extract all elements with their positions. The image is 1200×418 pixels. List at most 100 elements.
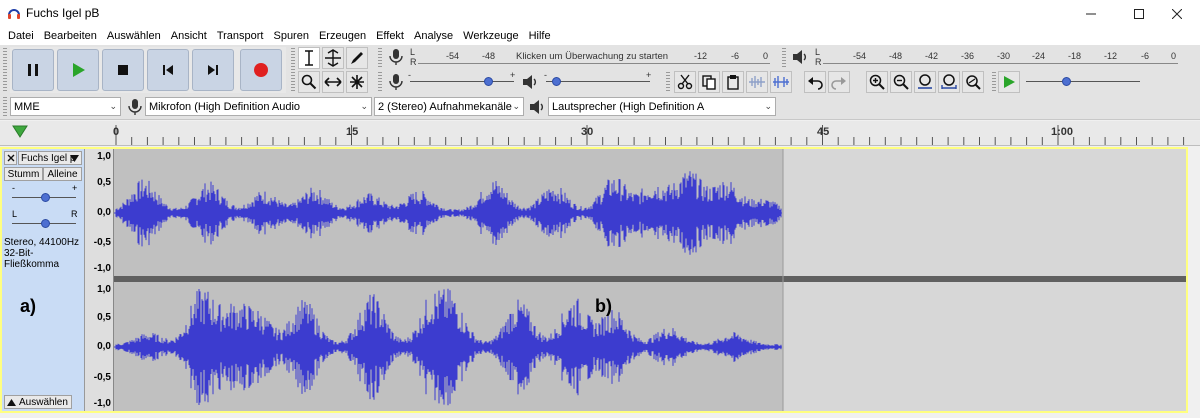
recording-channels-select[interactable]: 2 (Stereo) Aufnahmekanäle ⌄ <box>374 97 524 116</box>
paste-button[interactable] <box>722 71 744 93</box>
menu-effekt[interactable]: Effekt <box>371 30 409 42</box>
menu-erzeugen[interactable]: Erzeugen <box>314 30 371 42</box>
slider-thumb[interactable] <box>1062 77 1071 86</box>
play-at-speed-button[interactable] <box>998 71 1020 93</box>
draw-tool-button[interactable] <box>346 47 368 69</box>
zoom-toggle-button[interactable] <box>962 71 984 93</box>
ruler-ticks <box>115 125 1185 145</box>
microphone-icon <box>389 49 403 65</box>
fit-project-button[interactable] <box>938 71 960 93</box>
zoom-out-button[interactable] <box>890 71 912 93</box>
slider-min-label: - <box>544 70 547 80</box>
menu-datei[interactable]: Datei <box>3 30 39 42</box>
timeshift-tool-button[interactable] <box>322 71 344 93</box>
scale-label: 1,0 <box>97 151 111 162</box>
silence-audio-icon <box>773 76 789 88</box>
zoom-out-icon <box>893 74 909 90</box>
audio-host-select[interactable]: MME ⌄ <box>10 97 121 116</box>
meter-channel-left: L <box>410 47 416 57</box>
zoom-selection-icon <box>918 74 932 89</box>
recording-volume-slider[interactable]: - + <box>408 70 518 92</box>
gain-slider[interactable] <box>10 193 78 203</box>
copy-button[interactable] <box>698 71 720 93</box>
scale-label: -0,5 <box>93 237 111 248</box>
record-button[interactable] <box>240 49 282 91</box>
cut-button[interactable] <box>674 71 696 93</box>
toolbar-grip[interactable] <box>782 48 786 68</box>
scale-label: 0,0 <box>97 207 111 218</box>
minimize-button[interactable] <box>1068 0 1114 27</box>
track-sample-rate: Stereo, 44100Hz <box>4 237 80 248</box>
empty-region-ch2[interactable] <box>783 282 1186 411</box>
redo-button[interactable] <box>828 71 850 93</box>
recording-device-select[interactable]: Mikrofon (High Definition Audio ⌄ <box>145 97 372 116</box>
toolbar-grip[interactable] <box>3 48 7 92</box>
playback-speed-slider[interactable] <box>1024 72 1144 92</box>
slider-thumb[interactable] <box>552 77 561 86</box>
play-button[interactable] <box>57 49 99 91</box>
track-menu-button[interactable]: Fuchs Igel p <box>18 151 82 165</box>
menu-transport[interactable]: Transport <box>212 30 269 42</box>
envelope-tool-button[interactable] <box>322 47 344 69</box>
slider-thumb[interactable] <box>484 77 493 86</box>
meter-scale-label: -6 <box>731 51 740 61</box>
playback-meter-button[interactable] <box>790 47 810 67</box>
skip-start-icon <box>163 65 173 75</box>
solo-button[interactable]: Alleine <box>43 167 82 181</box>
track-select-button[interactable]: Auswählen <box>4 395 72 409</box>
playback-device-select[interactable]: Lautsprecher (High Definition A ⌄ <box>548 97 776 116</box>
redo-icon <box>831 77 846 90</box>
close-icon <box>1172 8 1182 19</box>
fit-selection-button[interactable] <box>914 71 936 93</box>
app-logo-icon <box>8 9 20 19</box>
skip-start-button[interactable] <box>147 49 189 91</box>
close-button[interactable] <box>1154 0 1200 27</box>
trim-button[interactable] <box>746 71 768 93</box>
menu-werkzeuge[interactable]: Werkzeuge <box>458 30 523 42</box>
silence-button[interactable] <box>770 71 792 93</box>
pan-slider[interactable] <box>10 219 78 229</box>
menu-hilfe[interactable]: Hilfe <box>524 30 556 42</box>
toolbar-grip[interactable] <box>3 97 7 117</box>
toolbar-grip[interactable] <box>378 48 382 68</box>
empty-region-ch1[interactable] <box>783 149 1186 276</box>
skip-end-button[interactable] <box>192 49 234 91</box>
toolbar-grip[interactable] <box>992 72 996 92</box>
selection-tool-button[interactable] <box>298 47 320 69</box>
speaker-icon <box>793 50 806 64</box>
slider-thumb[interactable] <box>41 193 50 202</box>
menu-spuren[interactable]: Spuren <box>268 30 313 42</box>
monitoring-prompt[interactable]: Klicken um Überwachung zu starten <box>516 51 668 62</box>
menu-ansicht[interactable]: Ansicht <box>166 30 212 42</box>
scale-label: 1,0 <box>97 284 111 295</box>
vertical-scale[interactable]: 1,0 0,5 0,0 -0,5 -1,0 1,0 0,5 0,0 -0,5 -… <box>86 149 114 411</box>
microphone-icon <box>389 74 403 90</box>
waveform-display[interactable] <box>114 149 1186 411</box>
microphone-icon <box>128 99 142 115</box>
zoom-in-button[interactable] <box>866 71 888 93</box>
record-meter[interactable]: -54 -48 Klicken um Überwachung zu starte… <box>418 47 773 67</box>
timeline-ruler[interactable]: 0 15 30 45 1:00 <box>0 121 1200 146</box>
slider-thumb[interactable] <box>41 219 50 228</box>
record-meter-button[interactable] <box>386 47 406 67</box>
playback-meter[interactable]: -54 -48 -42 -36 -30 -24 -18 -12 -6 0 <box>823 47 1183 67</box>
toolbar-grip[interactable] <box>666 72 670 92</box>
menu-analyse[interactable]: Analyse <box>409 30 458 42</box>
multi-tool-button[interactable] <box>346 71 368 93</box>
track-close-button[interactable] <box>4 151 17 165</box>
toolbar-grip[interactable] <box>378 72 382 92</box>
pencil-icon <box>351 52 363 64</box>
pause-button[interactable] <box>12 49 54 91</box>
scale-label: 0,5 <box>97 312 111 323</box>
menu-auswaehlen[interactable]: Auswählen <box>102 30 166 42</box>
toolbar-grip[interactable] <box>291 48 295 92</box>
zoom-tool-button[interactable] <box>298 71 320 93</box>
undo-button[interactable] <box>804 71 826 93</box>
trim-audio-icon <box>749 76 765 88</box>
chevron-down-icon: ⌄ <box>109 101 117 111</box>
playback-volume-slider[interactable]: - + <box>544 70 654 92</box>
mute-button[interactable]: Stumm <box>4 167 43 181</box>
mute-label: Stumm <box>7 168 40 180</box>
menu-bearbeiten[interactable]: Bearbeiten <box>39 30 102 42</box>
stop-button[interactable] <box>102 49 144 91</box>
